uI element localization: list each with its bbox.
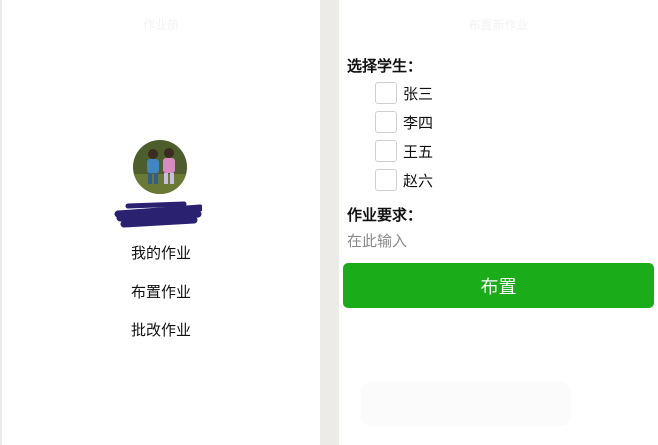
avatar-photo: [133, 140, 187, 194]
left-panel: 作业册 我的作业 布置作业 批改作业: [2, 0, 320, 445]
menu-assign-homework[interactable]: 布置作业: [2, 281, 320, 302]
menu-grade-homework[interactable]: 批改作业: [2, 319, 320, 340]
student-name: 赵六: [403, 171, 434, 190]
student-option[interactable]: 赵六: [375, 168, 433, 192]
student-option[interactable]: 张三: [375, 81, 433, 105]
student-checkbox[interactable]: [375, 111, 397, 133]
menu-my-homework[interactable]: 我的作业: [2, 242, 320, 263]
student-checkbox[interactable]: [375, 82, 397, 104]
blank-area: [361, 382, 571, 426]
assign-button[interactable]: 布置: [343, 263, 654, 308]
panel-title: 布置新作业: [468, 18, 529, 32]
student-name: 张三: [403, 84, 434, 103]
select-students-label: 选择学生：: [347, 57, 423, 75]
panel-title: 作业册: [142, 18, 179, 32]
student-option[interactable]: 王五: [375, 139, 433, 163]
avatar[interactable]: [133, 140, 187, 194]
requirement-label: 作业要求：: [347, 206, 423, 224]
student-option[interactable]: 李四: [375, 110, 433, 134]
redacted-username: [114, 201, 202, 228]
requirement-input[interactable]: [347, 230, 647, 252]
student-name: 王五: [403, 142, 434, 161]
student-checkbox[interactable]: [375, 140, 397, 162]
right-panel: 布置新作业 选择学生： 张三 李四 王五 赵六 作业要求： 布置: [339, 0, 658, 445]
student-checkbox[interactable]: [375, 169, 397, 191]
student-name: 李四: [403, 113, 434, 132]
